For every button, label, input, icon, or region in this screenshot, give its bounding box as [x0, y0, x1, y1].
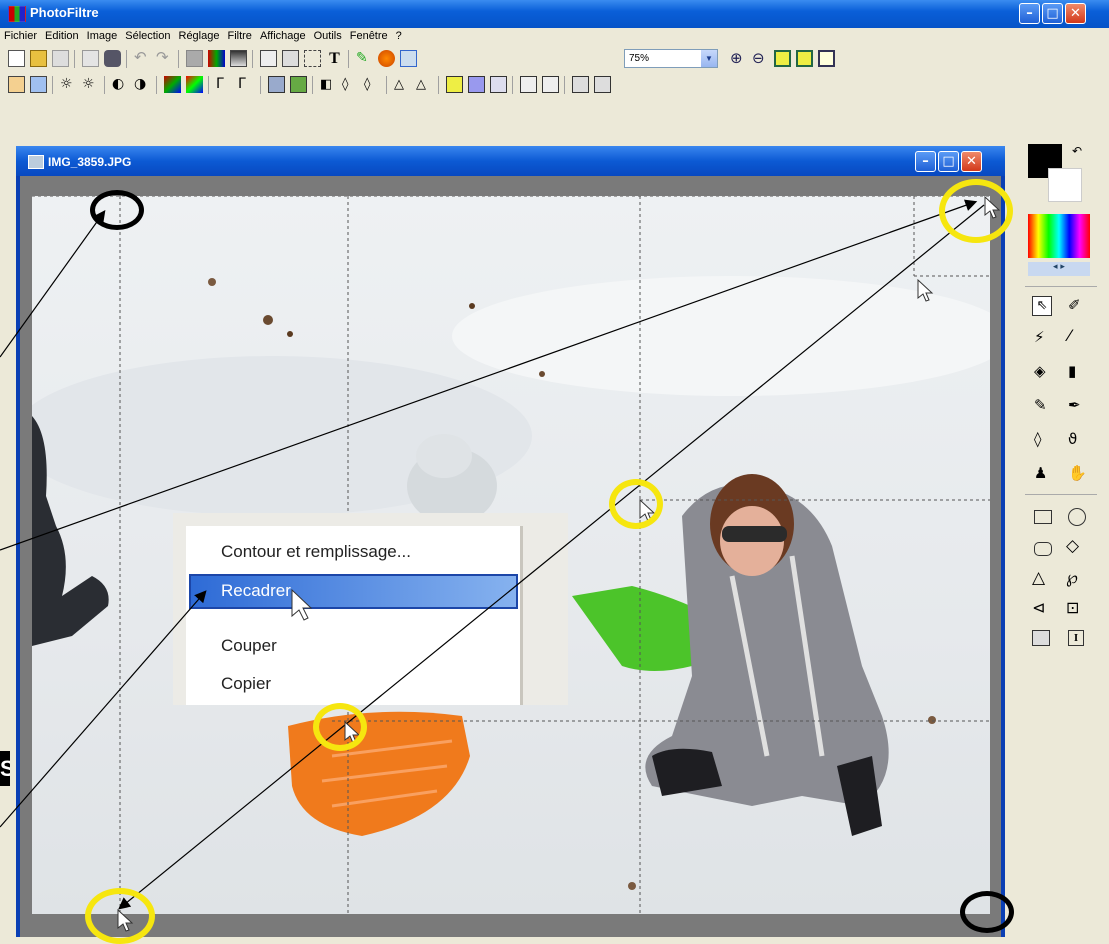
- marker-circle-bottom-right: [960, 891, 1014, 933]
- annotation-arrow-2: [0, 199, 978, 551]
- annotation-arrow-3: [0, 590, 207, 828]
- highlight-circle-middle: [609, 479, 663, 529]
- highlight-circle-sled: [313, 703, 367, 751]
- marker-circle-top-left: [90, 190, 144, 230]
- highlight-circle-top-right: [939, 179, 1013, 243]
- annotation-arrow-1: [0, 210, 106, 358]
- mouse-cursor-icon: [917, 278, 934, 302]
- mouse-cursor-icon: [291, 588, 313, 621]
- annotation-overlay: [0, 195, 1001, 932]
- highlight-circle-bottom-left: [85, 888, 155, 944]
- annotation-arrow-4: [118, 204, 985, 910]
